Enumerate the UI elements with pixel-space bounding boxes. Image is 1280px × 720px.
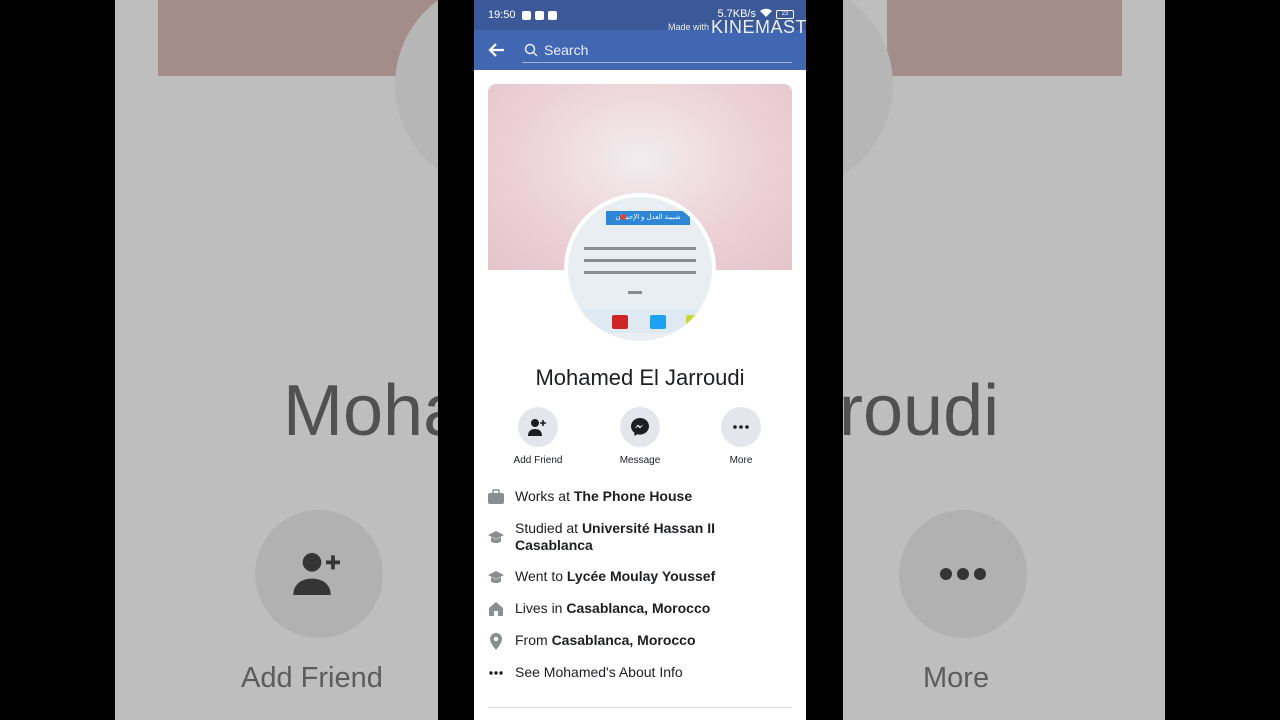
facebook-icon bbox=[576, 315, 586, 329]
message-label: Message bbox=[619, 455, 661, 466]
background-right-blur: roudi More bbox=[843, 0, 1165, 720]
status-bar: 19:50 5.7KB/s 23 Made withKINEMASTER bbox=[474, 0, 806, 37]
more-button[interactable]: More bbox=[706, 407, 776, 466]
divider bbox=[488, 707, 792, 708]
more-label: More bbox=[729, 455, 753, 466]
watermark-brand: KINEMASTER bbox=[711, 17, 806, 37]
twitter-icon bbox=[650, 315, 666, 329]
messenger-icon bbox=[631, 418, 649, 436]
more-icon bbox=[733, 425, 749, 429]
message-button[interactable]: Message bbox=[605, 407, 675, 466]
app-icon bbox=[686, 315, 696, 329]
info-hometown[interactable]: From Casablanca, Morocco bbox=[487, 632, 792, 650]
phone-screen: 19:50 5.7KB/s 23 Made withKINEMASTER Sea… bbox=[474, 0, 806, 720]
background-left-blur: Moha Add Friend bbox=[115, 0, 438, 720]
briefcase-icon bbox=[487, 488, 505, 506]
info-education-school[interactable]: Went to Lycée Moulay Youssef bbox=[487, 568, 792, 586]
graduation-cap-icon bbox=[487, 568, 505, 586]
profile-name: Mohamed El Jarroudi bbox=[535, 365, 745, 390]
add-friend-button[interactable]: Add Friend bbox=[503, 407, 573, 466]
info-education-university[interactable]: Studied at Université Hassan II Casablan… bbox=[487, 520, 792, 554]
messenger-notification-icon bbox=[521, 10, 531, 20]
search-placeholder: Search bbox=[544, 41, 589, 58]
kinemaster-watermark: Made withKINEMASTER bbox=[668, 14, 806, 37]
graduation-cap-icon bbox=[487, 528, 505, 546]
profile-content: شبيبة العدل و الإحسان Mohamed El Jarroud… bbox=[474, 70, 806, 720]
see-about-info-label: See Mohamed's About Info bbox=[515, 664, 683, 680]
home-icon bbox=[487, 600, 505, 618]
see-about-info-link[interactable]: See Mohamed's About Info bbox=[487, 664, 792, 682]
add-friend-icon bbox=[528, 419, 546, 436]
facebook-notification-icon bbox=[534, 10, 544, 20]
youtube-icon bbox=[612, 315, 628, 329]
intro-info-list: Works at The Phone House Studied at Univ… bbox=[487, 488, 792, 696]
info-work[interactable]: Works at The Phone House bbox=[487, 488, 792, 506]
back-arrow-icon[interactable] bbox=[488, 41, 506, 59]
mail-notification-icon bbox=[547, 10, 557, 20]
status-time: 19:50 bbox=[488, 9, 516, 21]
profile-actions: Add Friend Message More bbox=[474, 407, 806, 467]
profile-picture[interactable]: شبيبة العدل و الإحسان bbox=[564, 193, 716, 345]
location-pin-icon bbox=[487, 632, 505, 650]
search-icon bbox=[524, 43, 538, 57]
avatar-banner-text: شبيبة العدل و الإحسان bbox=[606, 211, 690, 225]
add-friend-label: Add Friend bbox=[513, 455, 563, 466]
more-dots-icon bbox=[487, 664, 505, 682]
info-current-city[interactable]: Lives in Casablanca, Morocco bbox=[487, 600, 792, 618]
search-input[interactable]: Search bbox=[522, 37, 792, 63]
